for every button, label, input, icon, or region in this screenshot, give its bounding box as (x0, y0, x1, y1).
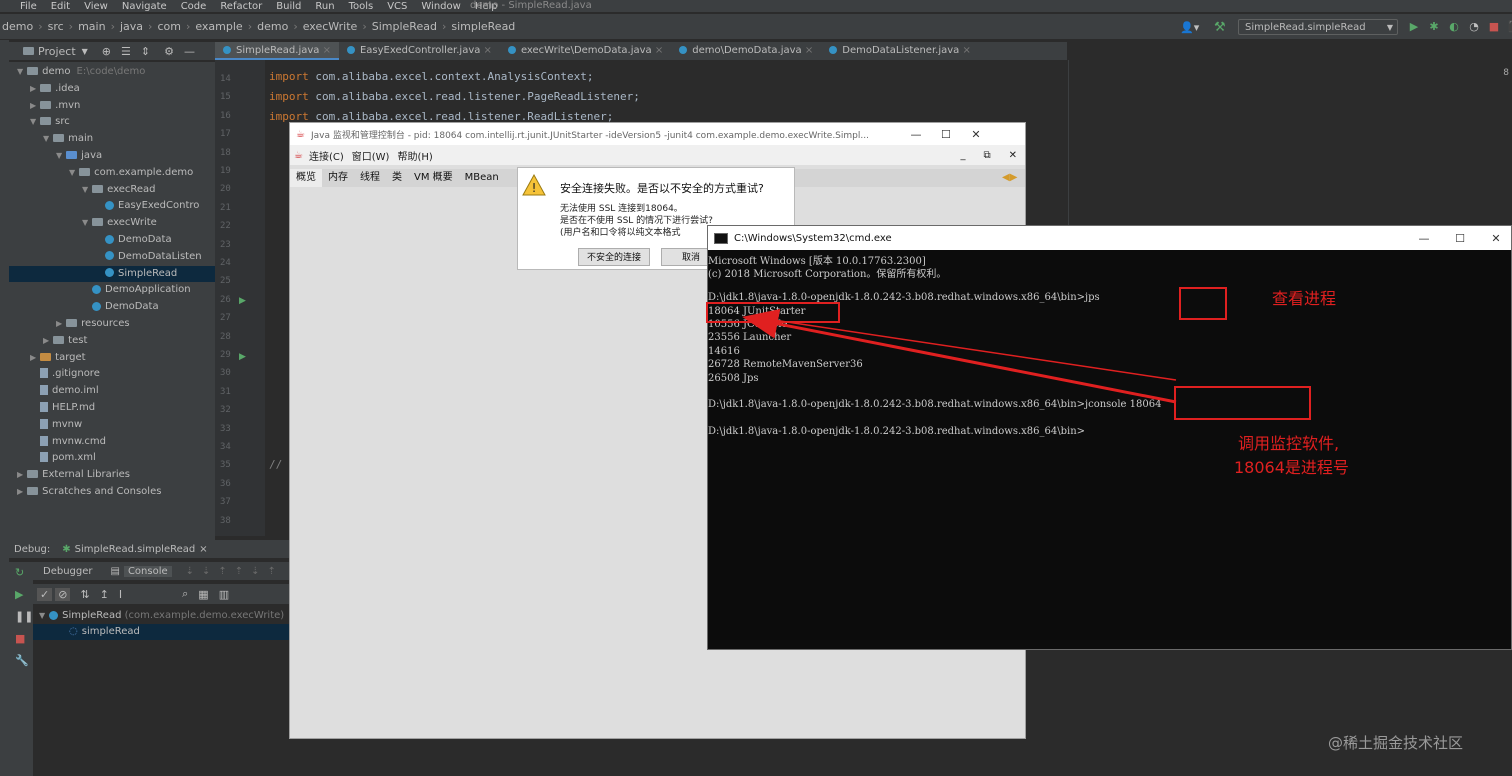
annotation-pid-note: 18064是进程号 (1234, 458, 1349, 477)
annotation-call-monitor: 调用监控软件, (1238, 434, 1340, 453)
watermark: @稀土掘金技术社区 (1328, 734, 1464, 752)
background-fill (1026, 650, 1512, 776)
arrow-to-pid (742, 309, 1177, 404)
arrow-secondary (759, 317, 1177, 381)
annotation-view-process: 查看进程 (1272, 289, 1337, 308)
